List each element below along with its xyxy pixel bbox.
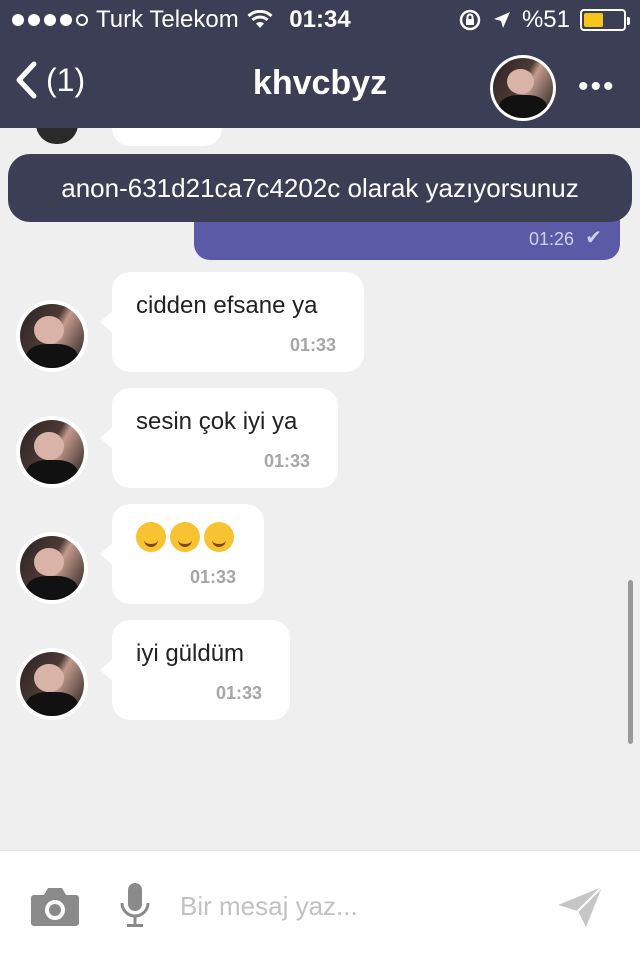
message-input[interactable] bbox=[180, 879, 540, 933]
rotation-lock-icon bbox=[459, 9, 481, 31]
scrollbar[interactable] bbox=[628, 580, 633, 744]
location-arrow-icon bbox=[493, 12, 510, 28]
smiling-face-icon bbox=[204, 522, 234, 552]
send-icon[interactable] bbox=[556, 885, 604, 929]
battery-icon bbox=[580, 9, 630, 31]
avatar[interactable] bbox=[16, 416, 88, 488]
nav-bar: (1) khvcbyz ••• bbox=[0, 40, 640, 128]
message-text: cidden efsane ya bbox=[136, 292, 318, 319]
avatar bbox=[36, 128, 78, 144]
message-bubble[interactable]: cidden efsane ya 01:33 bbox=[100, 272, 364, 372]
top-bar: Turk Telekom 01:34 %51 (1) khvcbyz ••• bbox=[0, 0, 640, 128]
avatar[interactable] bbox=[16, 648, 88, 720]
message-time: 01:33 bbox=[215, 683, 262, 703]
battery-percent: %51 bbox=[521, 6, 570, 33]
camera-icon[interactable] bbox=[30, 883, 80, 927]
status-bar: Turk Telekom 01:34 %51 bbox=[0, 0, 640, 40]
message-bubble[interactable]: sesin çok iyi ya 01:33 bbox=[100, 388, 338, 488]
more-options-button[interactable]: ••• bbox=[578, 70, 616, 104]
message-time: 01:33 bbox=[263, 451, 310, 471]
message-time: 01:33 bbox=[189, 567, 236, 587]
composer-bar bbox=[0, 850, 640, 960]
chat-area[interactable]: anon-631d21ca7c4202c olarak yazıyorsunuz… bbox=[0, 128, 640, 850]
message-time: 01:26 bbox=[528, 229, 574, 249]
message-bubble bbox=[112, 128, 222, 146]
message-time: 01:33 bbox=[289, 335, 336, 355]
smiling-face-icon bbox=[170, 522, 200, 552]
avatar[interactable] bbox=[16, 300, 88, 372]
read-check-icon: ✔ bbox=[585, 227, 602, 249]
posting-as-banner: anon-631d21ca7c4202c olarak yazıyorsunuz bbox=[8, 154, 632, 222]
emoji-row bbox=[136, 522, 238, 552]
battery-fill bbox=[584, 13, 604, 27]
avatar[interactable] bbox=[16, 532, 88, 604]
message-text: sesin çok iyi ya bbox=[136, 408, 298, 435]
message-bubble[interactable]: 01:33 bbox=[100, 504, 264, 604]
microphone-icon[interactable] bbox=[118, 881, 152, 929]
message-text: iyi güldüm bbox=[136, 640, 245, 667]
contact-avatar[interactable] bbox=[490, 55, 556, 121]
message-bubble[interactable]: iyi güldüm 01:33 bbox=[100, 620, 290, 720]
status-right: %51 bbox=[458, 6, 630, 34]
face-with-tears-of-joy-icon bbox=[136, 522, 166, 552]
